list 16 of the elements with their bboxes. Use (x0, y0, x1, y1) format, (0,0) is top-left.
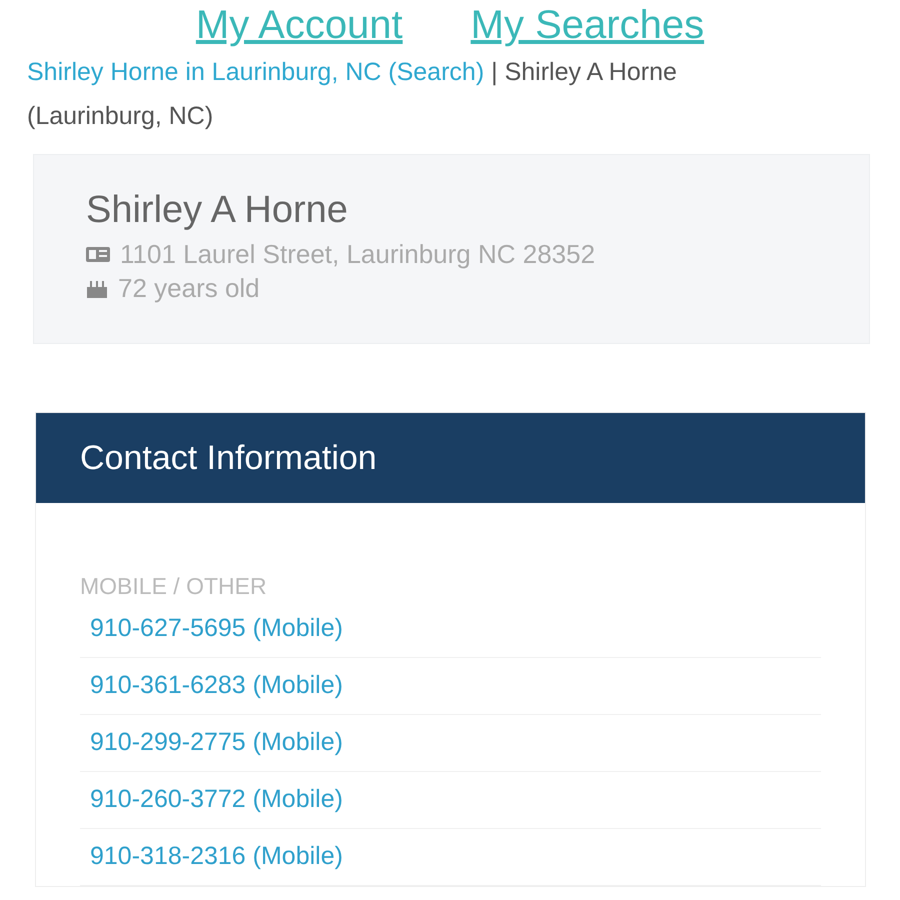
phone-link[interactable]: 910-260-3772 (Mobile) (90, 781, 343, 819)
section-title: Contact Information (80, 438, 377, 478)
category-label: MOBILE / OTHER (80, 572, 268, 601)
nav-link[interactable]: My Searches (470, 0, 704, 48)
phone-link[interactable]: 910-627-5695 (Mobile) (90, 610, 343, 648)
age-text: 72 years old (118, 272, 260, 305)
person-name: Shirley A Horne (86, 188, 349, 233)
breadcrumb-link[interactable]: Shirley Horne in Laurinburg, NC (Search) (27, 58, 484, 86)
address-text: 1101 Laurel Street, Laurinburg NC 28352 (120, 238, 596, 271)
address-card-icon (86, 245, 110, 263)
birthday-cake-icon (86, 278, 108, 298)
nav-link[interactable]: My Account (196, 0, 403, 48)
breadcrumb: Shirley Horne in Laurinburg, NC (Search) | Shirley A Horne (Laurinburg, NC) (26, 57, 678, 132)
phone-link[interactable]: 910-361-6283 (Mobile) (90, 667, 343, 705)
phone-link[interactable]: 910-299-2775 (Mobile) (90, 724, 343, 762)
phone-link[interactable]: 910-318-2316 (Mobile) (90, 838, 343, 876)
